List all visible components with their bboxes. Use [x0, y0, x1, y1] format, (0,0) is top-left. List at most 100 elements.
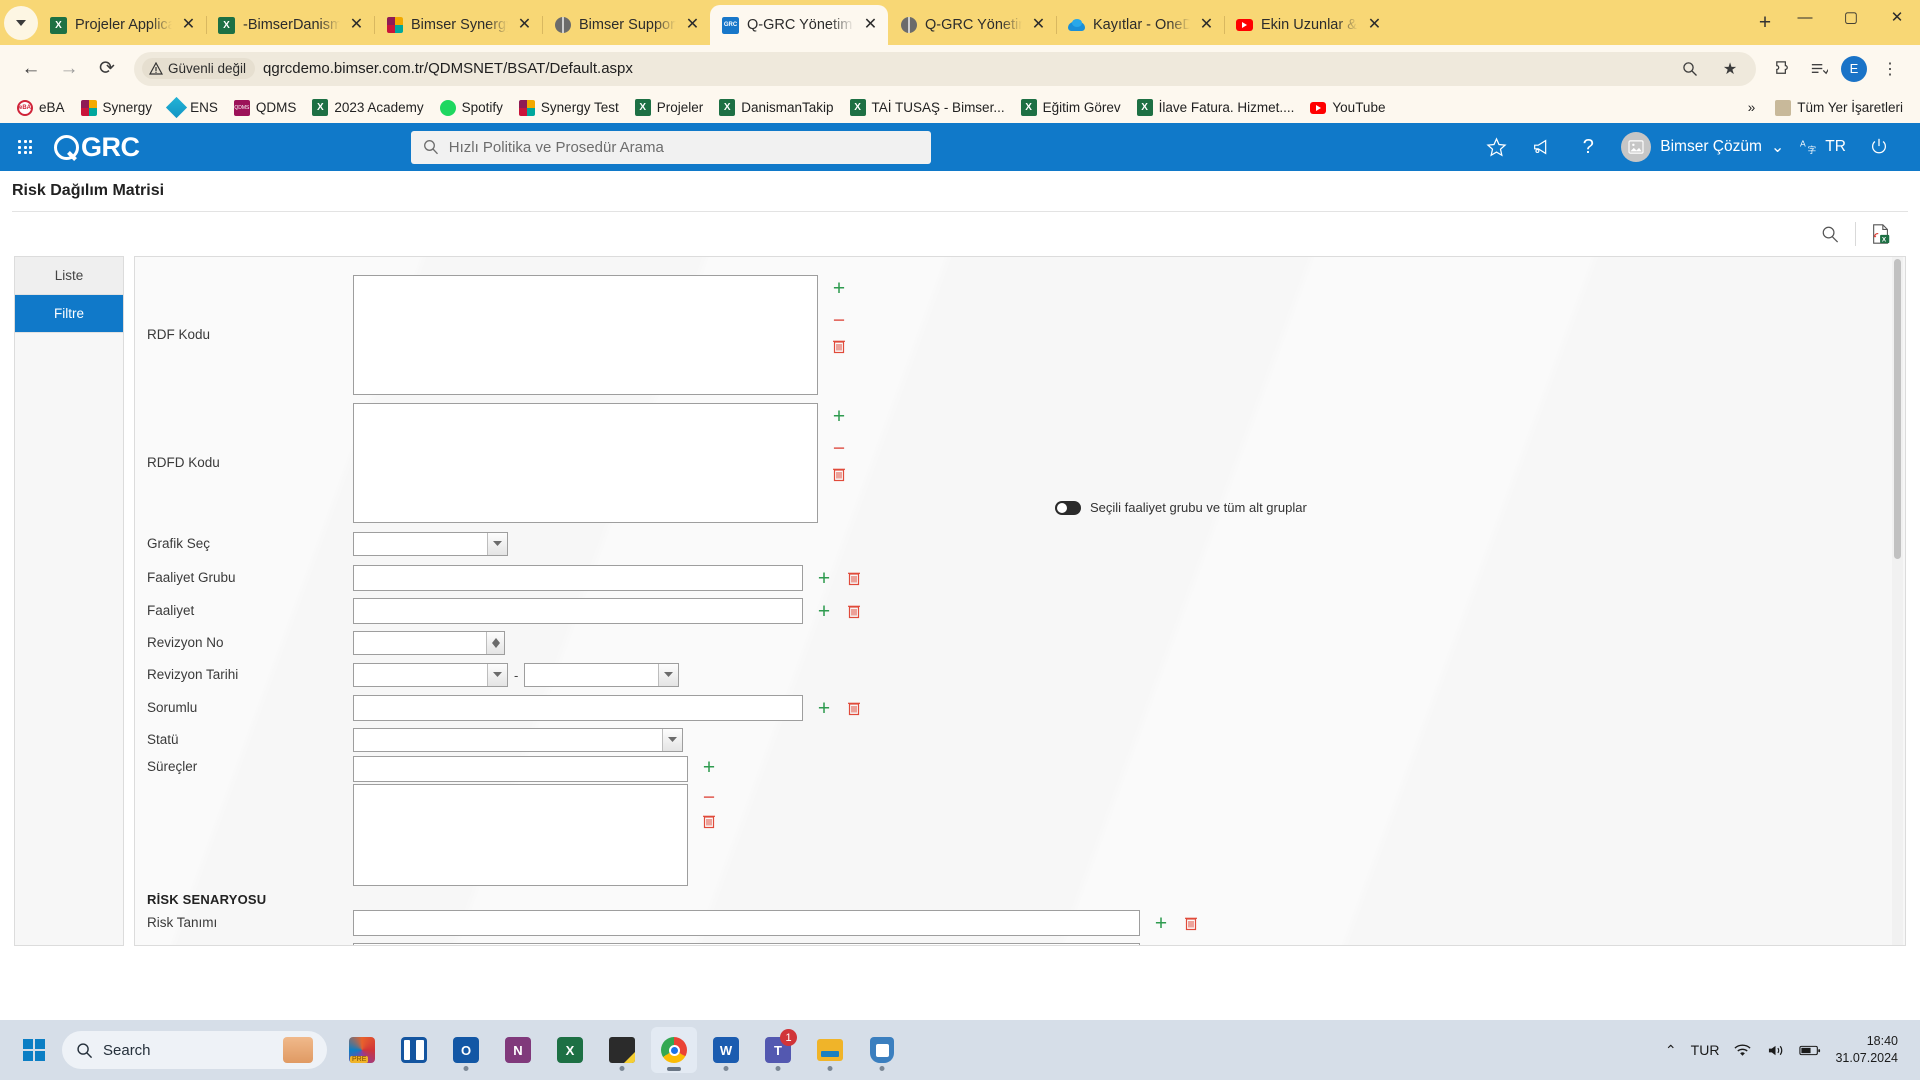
- quick-search-input[interactable]: Hızlı Politika ve Prosedür Arama: [410, 130, 931, 164]
- help-icon[interactable]: ?: [1565, 124, 1611, 170]
- surecler-add-button[interactable]: +: [700, 757, 718, 778]
- zoom-icon[interactable]: [1674, 53, 1706, 85]
- rdf-kodu-add-button[interactable]: +: [830, 278, 848, 299]
- reading-list-icon[interactable]: [1802, 53, 1834, 85]
- tab-close-button[interactable]: ✕: [516, 17, 533, 33]
- bookmark-star-icon[interactable]: ★: [1714, 53, 1746, 85]
- bookmark-item[interactable]: X Projeler: [628, 97, 711, 119]
- search-icon[interactable]: [1809, 213, 1851, 255]
- side-tab-filtre[interactable]: Filtre: [15, 295, 123, 333]
- extensions-icon[interactable]: [1766, 53, 1798, 85]
- taskbar-app-teams-grid[interactable]: [391, 1027, 437, 1073]
- faaliyet-add-button[interactable]: +: [815, 601, 833, 622]
- back-button[interactable]: ←: [14, 52, 48, 86]
- tab-close-button[interactable]: ✕: [684, 17, 701, 33]
- taskbar-app-sticky-notes[interactable]: [599, 1027, 645, 1073]
- bookmark-item[interactable]: ENS: [161, 96, 225, 119]
- start-button[interactable]: [14, 1030, 54, 1070]
- taskbar-search[interactable]: Search: [62, 1031, 327, 1069]
- bookmark-item[interactable]: X 2023 Academy: [305, 97, 430, 119]
- stepper-arrows-icon[interactable]: [486, 632, 504, 654]
- taskbar-app-excel[interactable]: X: [547, 1027, 593, 1073]
- taskbar-app-security[interactable]: [859, 1027, 905, 1073]
- tab-close-button[interactable]: ✕: [1366, 17, 1383, 33]
- volume-icon[interactable]: [1766, 1043, 1785, 1058]
- browser-menu-icon[interactable]: ⋮: [1874, 53, 1906, 85]
- taskbar-app-word[interactable]: W: [703, 1027, 749, 1073]
- partial-input[interactable]: [353, 943, 1140, 945]
- grafik-sec-select[interactable]: [353, 532, 508, 556]
- faaliyet-grubu-input[interactable]: [353, 565, 803, 591]
- taskbar-app-onenote[interactable]: N: [495, 1027, 541, 1073]
- faaliyet-grubu-add-button[interactable]: +: [815, 568, 833, 589]
- taskbar-app-chrome[interactable]: [651, 1027, 697, 1073]
- tab-close-button[interactable]: ✕: [862, 17, 879, 33]
- tab-close-button[interactable]: ✕: [1198, 17, 1215, 33]
- panel-scrollbar[interactable]: [1892, 257, 1903, 945]
- favorites-star-icon[interactable]: [1473, 124, 1519, 170]
- user-menu[interactable]: Bimser Çözüm ⌄: [1611, 132, 1790, 162]
- close-window-button[interactable]: ✕: [1874, 0, 1920, 34]
- tray-language[interactable]: TUR: [1691, 1042, 1720, 1058]
- faaliyet-input[interactable]: [353, 598, 803, 624]
- address-bar[interactable]: Güvenli değil qgrcdemo.bimser.com.tr/QDM…: [134, 51, 1756, 86]
- taskbar-app-file-explorer[interactable]: [807, 1027, 853, 1073]
- forward-button[interactable]: →: [52, 52, 86, 86]
- tab-search-button[interactable]: [4, 6, 38, 40]
- revizyon-tarihi-end-select[interactable]: [524, 663, 680, 687]
- browser-tab[interactable]: Kayıtlar - OneDri ✕: [1056, 5, 1224, 45]
- bookmark-item[interactable]: X DanismanTakip: [712, 97, 840, 119]
- wifi-icon[interactable]: [1733, 1043, 1752, 1058]
- tray-expand-icon[interactable]: ⌃: [1665, 1042, 1677, 1059]
- reload-button[interactable]: ⟳: [90, 52, 124, 86]
- surecler-remove-button[interactable]: −: [700, 787, 718, 808]
- tab-close-button[interactable]: ✕: [348, 17, 365, 33]
- faaliyet-delete-button[interactable]: [845, 602, 863, 620]
- revizyon-no-stepper[interactable]: [353, 631, 505, 655]
- risk-tanimi-input[interactable]: [353, 910, 1140, 936]
- panel-scrollbar-thumb[interactable]: [1894, 259, 1901, 559]
- rdfd-kodu-remove-button[interactable]: −: [830, 438, 848, 459]
- browser-tab[interactable]: Q-GRC Yönetim S ✕: [888, 5, 1056, 45]
- sorumlu-add-button[interactable]: +: [815, 698, 833, 719]
- taskbar-app-outlook[interactable]: O: [443, 1027, 489, 1073]
- statu-select[interactable]: [353, 728, 683, 752]
- rdfd-kodu-add-button[interactable]: +: [830, 406, 848, 427]
- apps-grid-icon[interactable]: [18, 140, 32, 154]
- rdf-kodu-delete-button[interactable]: [830, 337, 848, 355]
- profile-avatar[interactable]: E: [1841, 55, 1867, 82]
- rdfd-kodu-delete-button[interactable]: [830, 465, 848, 483]
- surecler-input[interactable]: [353, 756, 688, 782]
- maximize-button[interactable]: ▢: [1828, 0, 1874, 34]
- export-excel-icon[interactable]: X: [1860, 213, 1902, 255]
- rdf-kodu-input[interactable]: [353, 275, 818, 395]
- taskbar-app-teams[interactable]: T1: [755, 1027, 801, 1073]
- bookmark-item[interactable]: eBA eBA: [10, 97, 72, 119]
- rdfd-kodu-input[interactable]: [353, 403, 818, 523]
- bookmark-item[interactable]: X TAİ TUSAŞ - Bimser...: [843, 97, 1012, 119]
- bookmark-item[interactable]: Synergy Test: [512, 97, 626, 119]
- browser-tab[interactable]: Bimser Support S ✕: [542, 5, 710, 45]
- browser-tab[interactable]: GRC Q-GRC Yönetim S ✕: [710, 5, 888, 45]
- clock[interactable]: 18:40 31.07.2024: [1835, 1033, 1898, 1067]
- subgroups-toggle[interactable]: [1055, 500, 1081, 515]
- side-tab-liste[interactable]: Liste: [15, 257, 123, 295]
- new-tab-button[interactable]: +: [1748, 6, 1782, 40]
- all-bookmarks-button[interactable]: Tüm Yer İşaretleri: [1768, 97, 1910, 119]
- browser-tab[interactable]: Ekin Uzunlar & K ✕: [1224, 5, 1392, 45]
- bookmark-item[interactable]: YouTube: [1303, 97, 1392, 119]
- sorumlu-delete-button[interactable]: [845, 699, 863, 717]
- site-security-chip[interactable]: Güvenli değil: [142, 58, 256, 79]
- browser-tab[interactable]: X -BimserDanisman ✕: [206, 5, 374, 45]
- faaliyet-grubu-delete-button[interactable]: [845, 569, 863, 587]
- bookmarks-overflow-button[interactable]: »: [1741, 97, 1763, 118]
- surecler-list[interactable]: [353, 784, 688, 886]
- power-icon[interactable]: [1856, 124, 1902, 170]
- taskbar-app-powerpoint[interactable]: [339, 1027, 385, 1073]
- bookmark-item[interactable]: X İlave Fatura. Hizmet....: [1130, 97, 1302, 119]
- revizyon-tarihi-start-select[interactable]: [353, 663, 508, 687]
- risk-tanimi-delete-button[interactable]: [1182, 914, 1200, 932]
- bookmark-item[interactable]: Synergy: [74, 97, 160, 119]
- surecler-delete-button[interactable]: [700, 812, 718, 830]
- risk-tanimi-add-button[interactable]: +: [1152, 913, 1170, 934]
